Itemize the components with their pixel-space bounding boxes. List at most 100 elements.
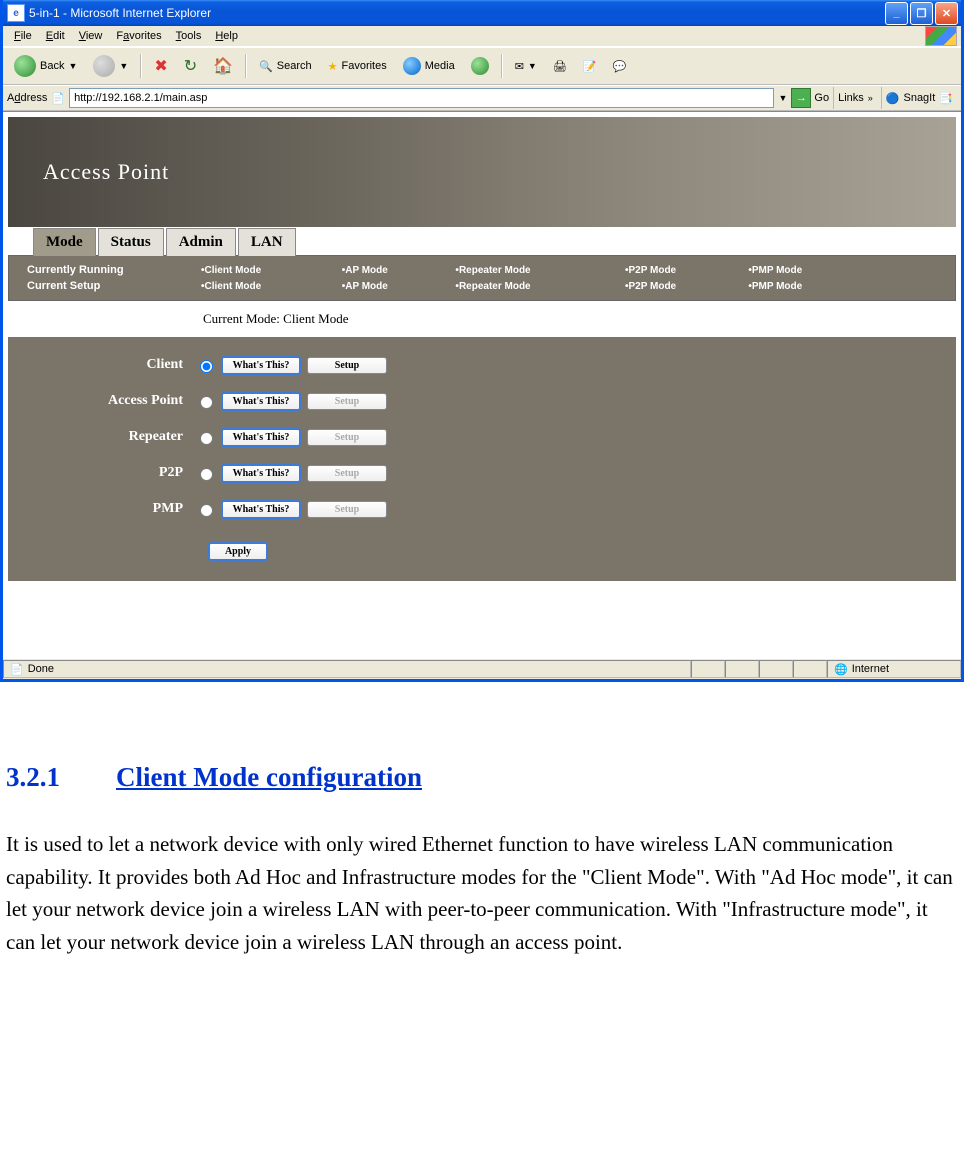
snagit-aux-icon[interactable]: 📑 <box>939 92 953 105</box>
media-label: Media <box>425 60 455 72</box>
menu-tools[interactable]: Tools <box>169 28 209 44</box>
edit-icon: 📝 <box>583 60 597 73</box>
menu-help[interactable]: Help <box>208 28 245 44</box>
go-label: Go <box>814 92 829 104</box>
discuss-button[interactable]: 💬 <box>606 50 634 82</box>
ie-window: e 5-in-1 - Microsoft Internet Explorer _… <box>0 0 964 682</box>
snagit-button[interactable]: SnagIt <box>903 92 935 104</box>
tab-row: Mode Status Admin LAN <box>33 227 961 255</box>
doc-body: It is used to let a network device with … <box>6 828 958 958</box>
home-icon: 🏠 <box>213 56 233 76</box>
running-pmp: •PMP Mode <box>742 263 869 277</box>
current-setup-label: Current Setup <box>21 279 193 293</box>
back-button[interactable]: Back ▼ <box>7 50 84 82</box>
toolbar: Back ▼ ▼ ✖ ↻ 🏠 🔍Search ★Favorites Media … <box>3 47 961 85</box>
pmp-setup-button[interactable]: Setup <box>307 501 387 518</box>
mode-repeater-label: Repeater <box>8 429 195 445</box>
content-area[interactable]: Access Point Mode Status Admin LAN Curre… <box>3 111 961 658</box>
running-repeater: •Repeater Mode <box>449 263 617 277</box>
windows-flag-icon <box>925 26 957 46</box>
back-dropdown-icon[interactable]: ▼ <box>68 61 77 71</box>
mode-pmp-label: PMP <box>8 501 195 517</box>
tab-status[interactable]: Status <box>98 228 164 256</box>
client-setup-button[interactable]: Setup <box>307 357 387 374</box>
star-icon: ★ <box>328 60 338 73</box>
ap-setup-button[interactable]: Setup <box>307 393 387 410</box>
favorites-button[interactable]: ★Favorites <box>321 50 394 82</box>
client-whats-this-button[interactable]: What's This? <box>221 356 301 375</box>
setup-pmp: •PMP Mode <box>742 279 869 293</box>
running-client: •Client Mode <box>195 263 334 277</box>
status-bar: 📄Done 🌐Internet <box>3 658 961 679</box>
forward-button[interactable]: ▼ <box>86 50 135 82</box>
menu-favorites[interactable]: Favorites <box>109 28 168 44</box>
mode-p2p-label: P2P <box>8 465 195 481</box>
tab-admin[interactable]: Admin <box>166 228 236 256</box>
maximize-button[interactable]: ❐ <box>910 2 933 25</box>
refresh-icon: ↻ <box>184 56 197 76</box>
doc-section: 3.2.1Client Mode configuration It is use… <box>0 762 964 958</box>
running-ap: •AP Mode <box>336 263 448 277</box>
stop-icon: ✖ <box>154 56 167 76</box>
titlebar: e 5-in-1 - Microsoft Internet Explorer _… <box>3 0 961 26</box>
mail-button[interactable]: ✉▼ <box>508 50 544 82</box>
setup-ap: •AP Mode <box>336 279 448 293</box>
close-button[interactable]: ✕ <box>935 2 958 25</box>
ie-icon: e <box>7 4 25 22</box>
status-text: Done <box>28 663 54 675</box>
mail-icon: ✉ <box>515 60 524 73</box>
discuss-icon: 💬 <box>613 60 627 73</box>
p2p-whats-this-button[interactable]: What's This? <box>221 464 301 483</box>
print-button[interactable]: 🖨 <box>546 50 574 82</box>
mode-p2p-radio[interactable] <box>200 468 213 481</box>
running-p2p: •P2P Mode <box>619 263 740 277</box>
links-label[interactable]: Links <box>838 92 864 104</box>
forward-dropdown-icon[interactable]: ▼ <box>119 61 128 71</box>
print-icon: 🖨 <box>553 60 567 73</box>
mode-select-grid: Client What's This? Setup Access Point W… <box>8 337 956 581</box>
banner: Access Point <box>8 117 956 227</box>
address-dropdown-icon[interactable]: ▼ <box>778 93 787 103</box>
tab-mode[interactable]: Mode <box>33 228 96 256</box>
history-button[interactable] <box>464 50 496 82</box>
search-button[interactable]: 🔍Search <box>252 50 319 82</box>
ap-whats-this-button[interactable]: What's This? <box>221 392 301 411</box>
menubar: File Edit View Favorites Tools Help <box>3 26 961 47</box>
setup-repeater: •Repeater Mode <box>449 279 617 293</box>
menu-view[interactable]: View <box>72 28 110 44</box>
repeater-setup-button[interactable]: Setup <box>307 429 387 446</box>
favorites-label: Favorites <box>341 60 386 72</box>
refresh-button[interactable]: ↻ <box>177 50 204 82</box>
mode-client-radio[interactable] <box>200 360 213 373</box>
minimize-button[interactable]: _ <box>885 2 908 25</box>
search-label: Search <box>277 60 312 72</box>
tab-lan[interactable]: LAN <box>238 228 296 256</box>
stop-button[interactable]: ✖ <box>147 50 174 82</box>
repeater-whats-this-button[interactable]: What's This? <box>221 428 301 447</box>
apply-button[interactable]: Apply <box>208 542 268 561</box>
zone-label: Internet <box>852 663 889 675</box>
doc-title: Client Mode configuration <box>116 762 422 792</box>
address-input[interactable] <box>69 88 774 108</box>
snagit-icon: 🔵 <box>886 92 900 105</box>
current-mode-text: Current Mode: Client Mode <box>3 301 961 337</box>
window-title: 5-in-1 - Microsoft Internet Explorer <box>29 6 885 20</box>
mode-ap-radio[interactable] <box>200 396 213 409</box>
doc-heading: 3.2.1Client Mode configuration <box>6 762 958 793</box>
p2p-setup-button[interactable]: Setup <box>307 465 387 482</box>
go-button[interactable]: → Go <box>791 88 829 108</box>
edit-button[interactable]: 📝 <box>576 50 604 82</box>
banner-title: Access Point <box>43 159 169 185</box>
mode-client-label: Client <box>8 357 195 373</box>
links-chevron-icon[interactable]: » <box>868 93 873 103</box>
mode-repeater-radio[interactable] <box>200 432 213 445</box>
home-button[interactable]: 🏠 <box>206 50 240 82</box>
pmp-whats-this-button[interactable]: What's This? <box>221 500 301 519</box>
internet-icon: 🌐 <box>834 663 848 676</box>
setup-p2p: •P2P Mode <box>619 279 740 293</box>
menu-edit[interactable]: Edit <box>39 28 72 44</box>
mode-pmp-radio[interactable] <box>200 504 213 517</box>
go-icon: → <box>791 88 811 108</box>
media-button[interactable]: Media <box>396 50 462 82</box>
menu-file[interactable]: File <box>7 28 39 44</box>
